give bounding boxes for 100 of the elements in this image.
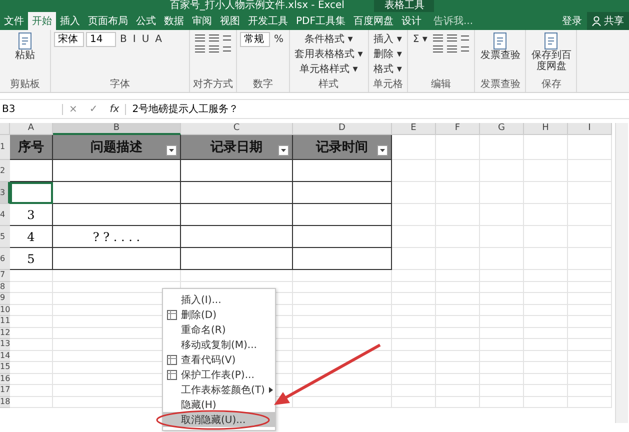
menu-item[interactable]: 移动或复制(M)... [163, 337, 275, 352]
ribbon-button[interactable]: 格式 ▾ [372, 62, 404, 76]
grid-cell[interactable] [524, 385, 568, 396]
ribbon-button[interactable]: 发票查验 [478, 32, 522, 61]
grid-cell[interactable] [524, 160, 568, 182]
ribbon-button[interactable]: A [153, 32, 164, 46]
ribbon-button[interactable]: U [140, 32, 152, 46]
grid-cell[interactable] [524, 135, 568, 160]
grid-cell[interactable] [392, 270, 436, 282]
ribbon-tab[interactable]: 审阅 [188, 12, 216, 30]
grid-cell[interactable] [392, 328, 436, 339]
column-header[interactable]: H [524, 123, 568, 135]
menu-item[interactable]: 工作表标签颜色(T) [163, 382, 275, 397]
grid-cell[interactable] [480, 204, 524, 226]
grid-cell[interactable] [480, 339, 524, 350]
grid-cell[interactable] [568, 385, 612, 396]
table-cell[interactable]: 4 [10, 226, 53, 248]
menu-item[interactable]: 删除(D) [163, 307, 275, 322]
row-header[interactable]: 2 [0, 160, 10, 182]
ribbon-button[interactable]: % [272, 32, 286, 46]
grid-cell[interactable] [293, 374, 392, 385]
grid-cell[interactable] [436, 362, 480, 374]
insert-function-button[interactable]: fx [104, 104, 126, 114]
grid-cell[interactable] [568, 396, 612, 408]
table-cell[interactable]: 3 [10, 204, 53, 226]
grid-cell[interactable] [436, 135, 480, 160]
table-cell[interactable] [53, 160, 181, 182]
grid-cell[interactable] [436, 304, 480, 316]
grid-cell[interactable] [392, 304, 436, 316]
table-cell[interactable]: ? ? . . . . [53, 226, 181, 248]
grid-cell[interactable] [392, 135, 436, 160]
column-header[interactable]: C [181, 123, 293, 135]
grid-cell[interactable] [392, 385, 436, 396]
grid-cell[interactable] [568, 226, 612, 248]
grid-cell[interactable] [568, 304, 612, 316]
grid-cell[interactable] [10, 350, 53, 362]
grid-cell[interactable] [10, 328, 53, 339]
column-header[interactable]: F [436, 123, 480, 135]
ribbon-tab[interactable]: 设计 [397, 12, 426, 30]
grid-cell[interactable] [568, 293, 612, 304]
grid-cell[interactable] [480, 350, 524, 362]
column-header[interactable]: G [480, 123, 524, 135]
table-cell[interactable] [181, 226, 293, 248]
grid-cell[interactable] [480, 135, 524, 160]
ribbon-button[interactable]: Σ ▾ [410, 32, 430, 46]
grid-cell[interactable] [480, 160, 524, 182]
table-cell[interactable]: 5 [10, 248, 53, 270]
ribbon-tab[interactable]: 开发工具 [244, 12, 292, 30]
grid-cell[interactable] [392, 362, 436, 374]
grid-cell[interactable] [480, 316, 524, 328]
grid-cell[interactable] [568, 374, 612, 385]
grid-cell[interactable] [392, 226, 436, 248]
grid-cell[interactable] [524, 204, 568, 226]
menu-item[interactable]: 重命名(R) [163, 322, 275, 337]
grid-cell[interactable] [392, 396, 436, 408]
table-cell[interactable] [293, 160, 392, 182]
ribbon-button[interactable]: B [118, 32, 129, 46]
column-header[interactable]: I [568, 123, 612, 135]
grid-cell[interactable] [480, 374, 524, 385]
grid-cell[interactable] [568, 316, 612, 328]
grid-cell[interactable] [10, 316, 53, 328]
vertical-scrollbar[interactable] [615, 123, 628, 423]
grid-cell[interactable] [10, 293, 53, 304]
grid-cell[interactable] [293, 350, 392, 362]
ribbon-tab[interactable]: 视图 [216, 12, 244, 30]
ribbon-tab[interactable]: 公式 [132, 12, 160, 30]
row-header[interactable]: 4 [0, 204, 10, 226]
menu-item[interactable]: 取消隐藏(U)... [163, 412, 275, 427]
column-header[interactable]: A [10, 123, 53, 135]
grid-cell[interactable] [392, 282, 436, 293]
ribbon-button[interactable]: 删除 ▾ [372, 47, 404, 61]
grid-cell[interactable] [293, 316, 392, 328]
table-cell[interactable] [293, 182, 392, 204]
grid-cell[interactable] [293, 328, 392, 339]
grid-cell[interactable] [436, 204, 480, 226]
grid-cell[interactable] [392, 204, 436, 226]
grid-cell[interactable] [392, 374, 436, 385]
column-header[interactable]: D [293, 123, 392, 135]
grid-cell[interactable] [10, 270, 53, 282]
grid-cell[interactable] [436, 374, 480, 385]
grid-cell[interactable] [436, 328, 480, 339]
grid-cell[interactable] [568, 248, 612, 270]
ribbon-button[interactable]: 条件格式 ▾ [292, 32, 365, 46]
grid-cell[interactable] [392, 248, 436, 270]
grid-cell[interactable] [568, 160, 612, 182]
table-cell[interactable] [293, 204, 392, 226]
grid-cell[interactable] [524, 282, 568, 293]
table-cell[interactable] [293, 248, 392, 270]
ribbon-button[interactable]: 单元格样式 ▾ [292, 62, 365, 76]
grid-cell[interactable] [524, 350, 568, 362]
grid-cell[interactable] [10, 385, 53, 396]
grid-cell[interactable] [524, 293, 568, 304]
grid-cell[interactable] [293, 304, 392, 316]
ribbon-tab[interactable]: 开始 [28, 12, 56, 30]
ribbon-button[interactable]: 插入 ▾ [372, 32, 404, 46]
grid-cell[interactable] [524, 270, 568, 282]
ribbon-tab[interactable]: 插入 [56, 12, 84, 30]
grid-cell[interactable] [524, 396, 568, 408]
table-cell[interactable] [181, 160, 293, 182]
grid-cell[interactable] [524, 339, 568, 350]
